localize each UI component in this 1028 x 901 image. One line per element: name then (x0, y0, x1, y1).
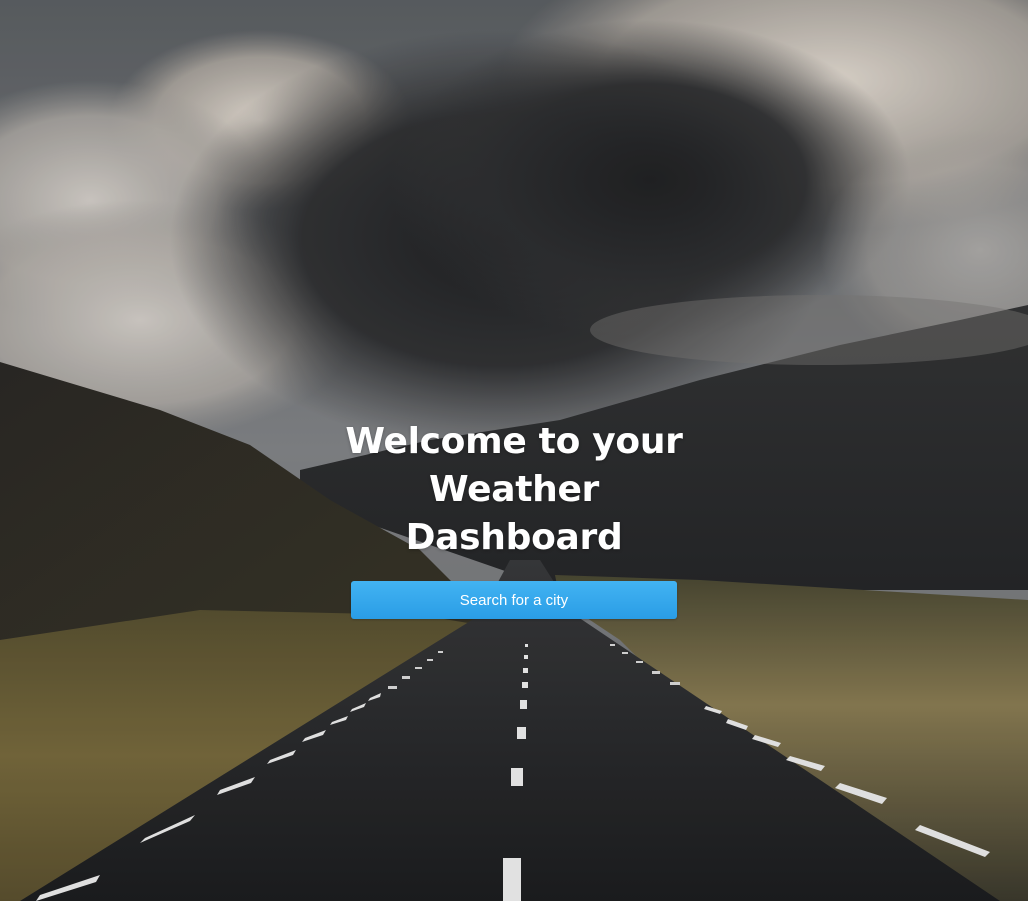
hero-content: Welcome to your Weather Dashboard Search… (0, 418, 1028, 619)
page-title: Welcome to your Weather Dashboard (345, 421, 683, 558)
search-city-button[interactable]: Search for a city (351, 581, 677, 619)
hero-section: Welcome to your Weather Dashboard Search… (0, 0, 1028, 901)
